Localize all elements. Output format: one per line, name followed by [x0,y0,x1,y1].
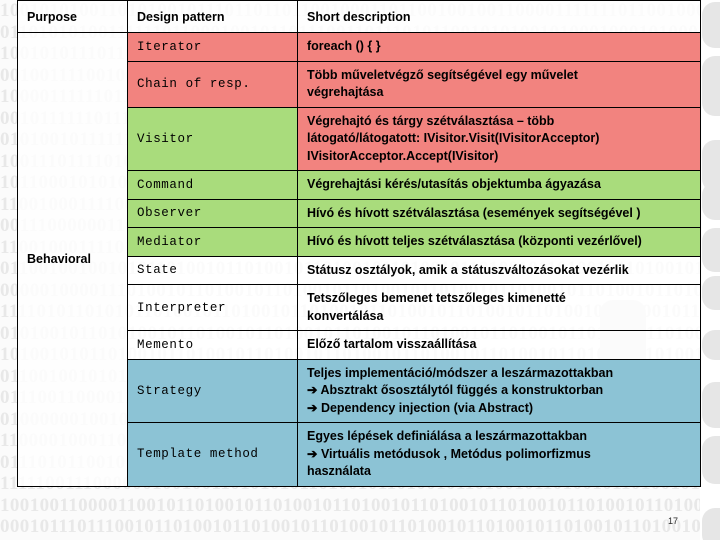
description-line: Hívó és hívott teljes szétválasztása (kö… [307,234,642,248]
description-line: Végrehajtási kérés/utasítás objektumba á… [307,177,601,191]
description-line: ➔ Virtuális metódusok , Metódus polimorf… [307,446,591,461]
pattern-description-cell: Hívó és hívott teljes szétválasztása (kö… [297,227,701,257]
pattern-description-cell: Több műveletvégző segítségével egy művel… [297,60,701,108]
pattern-description-cell: Végrehajtási kérés/utasítás objektumba á… [297,170,701,200]
pattern-name-cell: Observer [127,198,298,228]
pattern-description-cell: Teljes implementáció/módszer a leszármaz… [297,358,701,423]
description-line: használata [307,464,371,478]
design-patterns-table: Purpose Design pattern Short description… [17,0,701,487]
pattern-description-cell: foreach () { } [297,32,701,62]
decorative-blob [702,330,720,360]
description-line: látogató/látogatott: IVisitor.Visit(IVis… [307,131,600,145]
decorative-blob [702,228,720,272]
purpose-cell-behavioral: Behavioral [17,32,128,487]
decorative-blob [702,276,720,310]
pattern-name-cell: Strategy [127,358,298,423]
decorative-blob [702,508,720,540]
pattern-name-cell: Visitor [127,106,298,171]
pattern-name-cell: State [127,255,298,285]
pattern-name-cell: Iterator [127,32,298,62]
description-line: Hívó és hívott szétválasztása (események… [307,205,641,220]
decorative-blob [702,182,720,220]
description-line: Előző tartalom visszaállítása [307,337,477,351]
description-line: ➔ Absztrakt ősosztálytól függés a konstr… [307,383,604,397]
pattern-name-cell: Interpreter [127,284,298,331]
column-header-short-description: Short description [297,0,701,33]
description-line: IVisitorAcceptor.Accept(IVisitor) [307,148,499,163]
pattern-name-cell: Command [127,170,298,200]
pattern-name-cell: Memento [127,330,298,360]
pattern-name-cell: Mediator [127,227,298,257]
column-header-design-pattern: Design pattern [127,0,298,33]
decorative-blob [702,382,720,428]
description-line: Tetszőleges bemenet tetszőleges kimenett… [307,291,566,305]
pattern-name-cell: Chain of resp. [127,60,298,108]
description-line: végrehajtása [307,85,384,99]
description-line: konvertálása [307,308,384,323]
pattern-name-cell: Template method [127,422,298,487]
page-number: 17 [668,516,679,526]
pattern-description-cell: Státusz osztályok, amik a státuszváltozá… [297,255,701,285]
description-line: Teljes implementáció/módszer a leszármaz… [307,365,614,380]
pattern-description-cell: Egyes lépések definiálása a leszármazott… [297,422,701,487]
decorative-blob [702,2,720,48]
description-line: foreach () { } [307,39,381,53]
description-line: ➔ Dependency injection (via Abstract) [307,400,534,415]
description-line: Egyes lépések definiálása a leszármazott… [307,429,587,443]
table-row: Behavioral Iterator foreach () { } [17,32,701,487]
pattern-description-cell: Előző tartalom visszaállítása [297,330,701,360]
description-line: Végrehajtó és tárgy szétválasztása – töb… [307,113,555,128]
pattern-description-cell: Hívó és hívott szétválasztása (események… [297,198,701,228]
description-line: Több műveletvégző segítségével egy művel… [307,67,578,82]
pattern-description-cell: Tetszőleges bemenet tetszőleges kimenett… [297,284,701,331]
decorative-blob [702,56,720,116]
description-line: Státusz osztályok, amik a státuszváltozá… [307,262,629,277]
pattern-description-cell: Végrehajtó és tárgy szétválasztása – töb… [297,106,701,171]
slide-canvas: 1001010100110101001011101101101100100011… [0,0,720,540]
column-header-purpose: Purpose [17,0,128,33]
table-header-row: Purpose Design pattern Short description [17,0,701,33]
decorative-blob [702,436,720,484]
